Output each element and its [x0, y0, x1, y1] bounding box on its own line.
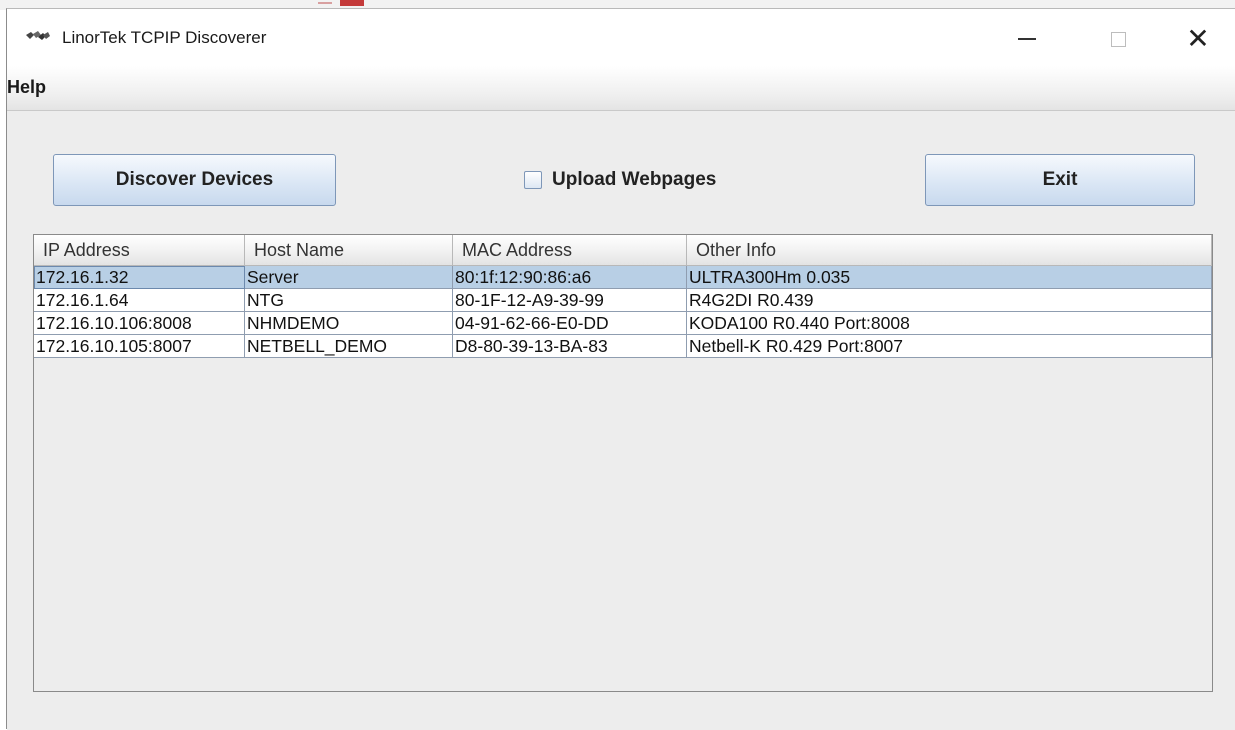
maximize-button[interactable]	[1088, 17, 1148, 61]
cell-other-info[interactable]: ULTRA300Hm 0.035	[687, 266, 1212, 289]
app-window: LinorTek TCPIP Discoverer ✕ Help Discove…	[6, 8, 1235, 730]
cell-host-name[interactable]: NTG	[245, 289, 453, 312]
column-header-host-name[interactable]: Host Name	[245, 235, 453, 266]
cell-host-name[interactable]: Server	[245, 266, 453, 289]
exit-button[interactable]: Exit	[925, 154, 1195, 206]
close-icon: ✕	[1186, 22, 1210, 55]
table-row[interactable]: 172.16.1.32 Server 80:1f:12:90:86:a6 ULT…	[34, 266, 1212, 289]
minimize-icon	[1018, 38, 1036, 40]
cell-ip-address[interactable]: 172.16.1.64	[34, 289, 245, 312]
column-header-ip-address[interactable]: IP Address	[34, 235, 245, 266]
cell-host-name[interactable]: NETBELL_DEMO	[245, 335, 453, 358]
table-header: IP Address Host Name MAC Address Other I…	[34, 235, 1212, 266]
cell-other-info[interactable]: R4G2DI R0.439	[687, 289, 1212, 312]
cell-ip-address[interactable]: 172.16.1.32	[34, 266, 245, 289]
upload-webpages-label[interactable]: Upload Webpages	[552, 169, 716, 191]
window-title: LinorTek TCPIP Discoverer	[62, 28, 267, 47]
cell-other-info[interactable]: KODA100 R0.440 Port:8008	[687, 312, 1212, 335]
upload-webpages-checkbox[interactable]	[524, 171, 542, 189]
close-button[interactable]: ✕	[1168, 17, 1228, 61]
table-row[interactable]: 172.16.1.64 NTG 80-1F-12-A9-39-99 R4G2DI…	[34, 289, 1212, 312]
column-header-mac-address[interactable]: MAC Address	[453, 235, 687, 266]
table-body: 172.16.1.32 Server 80:1f:12:90:86:a6 ULT…	[34, 266, 1212, 358]
cell-mac-address[interactable]: D8-80-39-13-BA-83	[453, 335, 687, 358]
cell-host-name[interactable]: NHMDEMO	[245, 312, 453, 335]
cell-other-info[interactable]: Netbell-K R0.429 Port:8007	[687, 335, 1212, 358]
cell-ip-address[interactable]: 172.16.10.106:8008	[34, 312, 245, 335]
table-row[interactable]: 172.16.10.106:8008 NHMDEMO 04-91-62-66-E…	[34, 312, 1212, 335]
maximize-icon	[1110, 31, 1126, 47]
cell-mac-address[interactable]: 80:1f:12:90:86:a6	[453, 266, 687, 289]
network-icon	[25, 29, 51, 43]
column-header-other-info[interactable]: Other Info	[687, 235, 1212, 266]
upload-webpages-checkbox-group[interactable]: Upload Webpages	[524, 169, 716, 191]
main-panel: Discover Devices Upload Webpages Exit IP…	[7, 111, 1235, 730]
menu-bar: Help	[7, 66, 1235, 111]
menu-help[interactable]: Help	[1, 77, 52, 98]
cell-mac-address[interactable]: 04-91-62-66-E0-DD	[453, 312, 687, 335]
discover-devices-button[interactable]: Discover Devices	[53, 154, 336, 206]
cell-mac-address[interactable]: 80-1F-12-A9-39-99	[453, 289, 687, 312]
cell-ip-address[interactable]: 172.16.10.105:8007	[34, 335, 245, 358]
table-row[interactable]: 172.16.10.105:8007 NETBELL_DEMO D8-80-39…	[34, 335, 1212, 358]
title-bar[interactable]: LinorTek TCPIP Discoverer ✕	[7, 9, 1235, 66]
minimize-button[interactable]	[997, 17, 1057, 61]
devices-table: IP Address Host Name MAC Address Other I…	[33, 234, 1213, 692]
